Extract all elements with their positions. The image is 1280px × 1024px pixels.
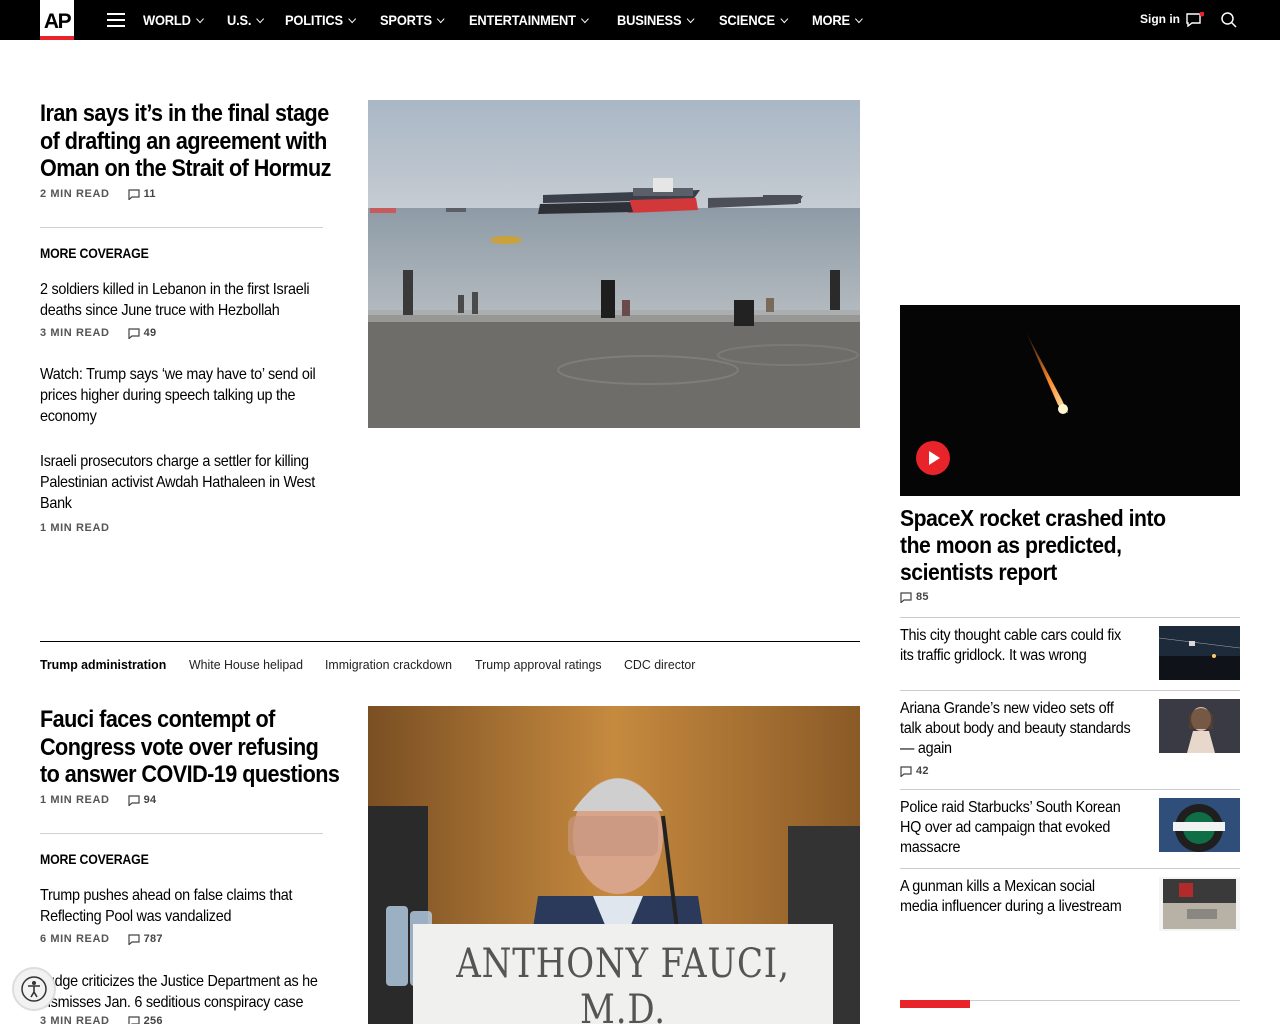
side-story[interactable]: A gunman kills a Mexican social media in… <box>900 877 1133 917</box>
chevron-down-icon <box>256 14 265 23</box>
comment-icon <box>127 1015 140 1024</box>
nav-item-science[interactable]: SCIENCE <box>719 12 788 28</box>
topic-link[interactable]: White House helipad <box>189 657 303 672</box>
comment-icon <box>127 188 140 200</box>
comment-count[interactable]: 256 <box>127 1015 163 1024</box>
related-story[interactable]: Watch: Trump says ‘we may have to’ send … <box>40 364 337 427</box>
nav-item-us[interactable]: U.S. <box>227 12 265 28</box>
nav-item-entertainment[interactable]: ENTERTAINMENT <box>469 12 589 28</box>
side-story[interactable]: Ariana Grande’s new video sets off talk … <box>900 699 1133 759</box>
topic-link[interactable]: Trump approval ratings <box>475 657 602 672</box>
chevron-down-icon <box>348 14 357 23</box>
video-thumbnail[interactable] <box>900 305 1240 496</box>
story2-headline[interactable]: Fauci faces contempt of Congress vote ov… <box>40 706 342 789</box>
comment-count[interactable]: 11 <box>127 188 156 200</box>
logo-text: AP <box>43 9 72 33</box>
comment-icon <box>127 327 140 339</box>
name-placard: ANTHONY FAUCI, M.D. <box>456 941 790 1024</box>
related-story[interactable]: 2 soldiers killed in Lebanon in the firs… <box>40 279 337 321</box>
nav-items: WORLD U.S. POLITICS SPORTS ENTERTAINMENT… <box>143 0 885 40</box>
video-title[interactable]: SpaceX rocket crashed into the moon as p… <box>900 505 1194 586</box>
topic-link[interactable]: CDC director <box>624 657 695 672</box>
chevron-down-icon <box>196 14 204 23</box>
comment-icon <box>127 794 140 806</box>
nav-item-business[interactable]: BUSINESS <box>617 12 695 28</box>
search-icon[interactable] <box>1221 12 1237 28</box>
story1-meta: 2 MIN READ 11 <box>40 188 156 200</box>
comment-count[interactable]: 94 <box>127 794 157 806</box>
side-story[interactable]: Police raid Starbucks’ South Korean HQ o… <box>900 798 1133 858</box>
accessibility-icon[interactable] <box>12 967 56 1011</box>
top-nav: AP WORLD U.S. POLITICS SPORTS ENTERTAINM… <box>0 0 1280 40</box>
comment-icon <box>127 933 140 945</box>
topic-bar: Trump administration White House helipad… <box>40 657 715 672</box>
nav-item-more[interactable]: MORE <box>812 12 863 28</box>
nav-item-world[interactable]: WORLD <box>143 12 204 28</box>
story2-image[interactable]: ANTHONY FAUCI, M.D. <box>368 706 860 1024</box>
chevron-down-icon <box>854 14 863 23</box>
comment-count[interactable]: 49 <box>127 327 157 339</box>
comment-count[interactable]: 787 <box>127 933 163 945</box>
related-story[interactable]: Israeli prosecutors charge a settler for… <box>40 451 346 514</box>
nav-item-sports[interactable]: SPORTS <box>380 12 446 28</box>
chevron-down-icon <box>437 14 446 23</box>
story1-image[interactable] <box>368 100 860 428</box>
more-coverage-label: MORE COVERAGE <box>40 851 149 867</box>
related-story[interactable]: Judge criticizes the Justice Department … <box>40 971 346 1013</box>
sign-in-link[interactable]: Sign in <box>1140 12 1180 26</box>
comment-count[interactable]: 42 <box>900 765 929 777</box>
side-story[interactable]: This city thought cable cars could fix i… <box>900 626 1133 666</box>
chevron-down-icon <box>686 14 695 23</box>
topic-link[interactable]: Trump administration <box>40 657 166 672</box>
chevron-down-icon <box>580 14 589 23</box>
comment-count[interactable]: 85 <box>900 591 929 603</box>
side-story-thumbnail[interactable] <box>1159 798 1240 852</box>
comments-icon[interactable] <box>1186 12 1204 27</box>
ap-logo[interactable]: AP <box>40 0 74 40</box>
section-accent <box>900 1000 970 1008</box>
side-story-thumbnail[interactable] <box>1159 877 1240 931</box>
menu-icon[interactable] <box>107 13 125 27</box>
more-coverage-label: MORE COVERAGE <box>40 245 149 261</box>
side-story-thumbnail[interactable] <box>1159 699 1240 753</box>
topic-link[interactable]: Immigration crackdown <box>325 657 452 672</box>
comment-icon <box>900 765 912 777</box>
related-story[interactable]: Trump pushes ahead on false claims that … <box>40 885 337 927</box>
chevron-down-icon <box>780 14 788 23</box>
nav-item-politics[interactable]: POLITICS <box>285 12 357 28</box>
side-story-thumbnail[interactable] <box>1159 626 1240 680</box>
story1-headline[interactable]: Iran says it’s in the final stage of dra… <box>40 100 337 183</box>
play-icon[interactable] <box>916 441 950 475</box>
comment-icon <box>900 591 912 603</box>
